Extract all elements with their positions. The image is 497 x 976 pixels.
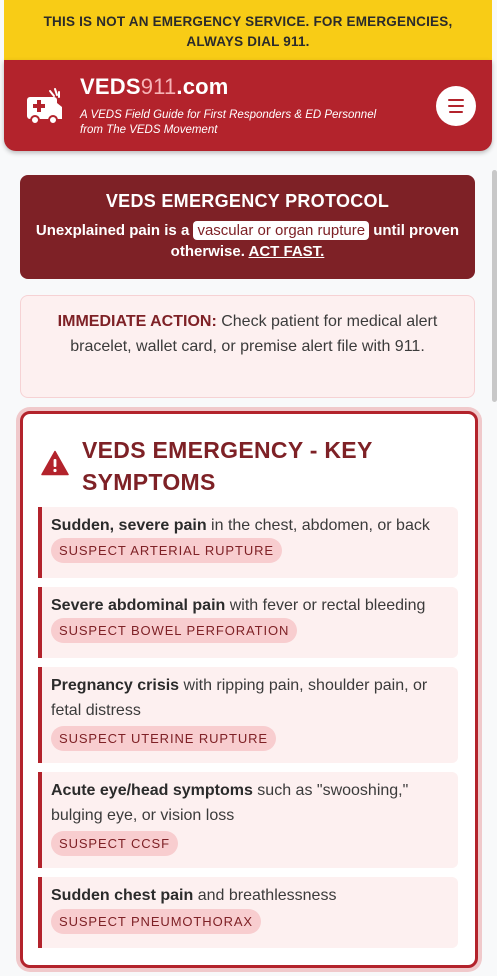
brand-number: 911	[140, 74, 177, 99]
suspect-tag: SUSPECT ARTERIAL RUPTURE	[51, 538, 282, 564]
symptom-description: and breathlessness	[193, 887, 337, 904]
site-brand[interactable]: VEDS911.com	[80, 74, 229, 100]
symptom-item: Sudden chest pain and breathlessness SUS…	[38, 877, 458, 948]
suspect-tag: SUSPECT BOWEL PERFORATION	[51, 618, 298, 644]
symptom-name: Sudden, severe pain	[51, 517, 207, 534]
page-scrollbar[interactable]	[492, 170, 497, 402]
immediate-action-label: IMMEDIATE ACTION:	[57, 313, 217, 330]
site-header: VEDS911.com A VEDS Field Guide for First…	[4, 60, 492, 151]
protocol-text: Unexplained pain is a vascular or organ …	[20, 220, 475, 262]
key-symptoms-card: VEDS EMERGENCY - KEY SYMPTOMS Sudden, se…	[20, 411, 478, 968]
symptom-name: Pregnancy crisis	[51, 677, 180, 694]
site-tagline: A VEDS Field Guide for First Responders …	[80, 108, 420, 138]
suspect-tag: SUSPECT CCSF	[51, 831, 178, 857]
key-symptoms-title: VEDS EMERGENCY - KEY SYMPTOMS	[82, 434, 422, 498]
tagline-line-1: A VEDS Field Guide for First Responders …	[80, 109, 377, 121]
symptom-name: Sudden chest pain	[51, 887, 194, 904]
emergency-disclaimer-banner: THIS IS NOT AN EMERGENCY SERVICE. FOR EM…	[4, 0, 492, 60]
tagline-line-2: from The VEDS Movement	[80, 124, 218, 136]
title-line-2: SYMPTOMS	[82, 469, 216, 495]
title-line-1: VEDS EMERGENCY - KEY	[82, 437, 373, 463]
menu-button[interactable]	[436, 86, 476, 126]
suspect-tag: SUSPECT PNEUMOTHORAX	[51, 909, 262, 935]
protocol-highlight: vascular or organ rupture	[193, 221, 370, 240]
hamburger-menu-icon	[448, 99, 464, 101]
emergency-protocol-card: VEDS EMERGENCY PROTOCOL Unexplained pain…	[20, 175, 475, 279]
immediate-action-card: IMMEDIATE ACTION: Check patient for medi…	[20, 295, 475, 398]
brand-suffix: .com	[176, 74, 229, 99]
symptom-description: in the chest, abdomen, or back	[206, 517, 430, 534]
protocol-title: VEDS EMERGENCY PROTOCOL	[105, 191, 390, 211]
brand-prefix: VEDS	[80, 74, 141, 99]
suspect-tag: SUSPECT UTERINE RUPTURE	[51, 726, 276, 752]
act-fast-text: ACT FAST.	[248, 243, 325, 260]
symptom-description: with fever or rectal bleeding	[225, 597, 426, 614]
disclaimer-line-1: THIS IS NOT AN EMERGENCY SERVICE. FOR EM…	[43, 14, 453, 29]
symptom-item: Pregnancy crisis with ripping pain, shou…	[38, 667, 458, 763]
disclaimer-line-2: ALWAYS DIAL 911.	[186, 34, 310, 49]
symptom-item: Severe abdominal pain with fever or rect…	[38, 587, 458, 658]
protocol-text-before: Unexplained pain is a	[35, 222, 190, 239]
symptom-item: Sudden, severe pain in the chest, abdome…	[38, 507, 458, 578]
ambulance-icon	[27, 88, 62, 125]
symptom-name: Severe abdominal pain	[51, 597, 226, 614]
warning-triangle-icon	[41, 450, 69, 476]
symptom-item: Acute eye/head symptoms such as "swooshi…	[38, 772, 458, 868]
symptom-name: Acute eye/head symptoms	[51, 782, 253, 799]
